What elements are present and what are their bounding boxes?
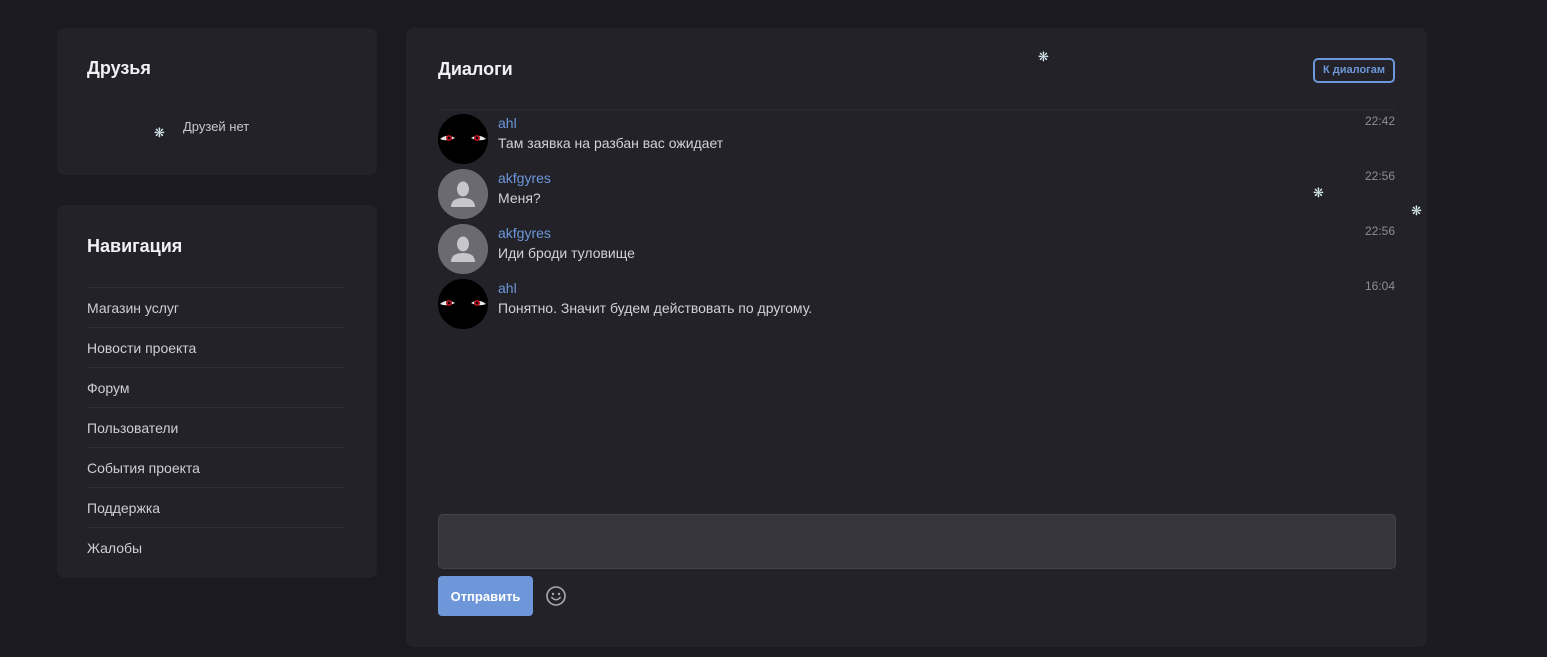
default-user-avatar[interactable] bbox=[438, 169, 488, 219]
message-time: 16:04 bbox=[1364, 279, 1395, 293]
nav-item-users[interactable]: Пользователи bbox=[87, 407, 345, 447]
message-item: akfgyres Иди броди туловище 22:56 bbox=[438, 224, 1395, 279]
message-text: Там заявка на разбан вас ожидает bbox=[498, 135, 724, 151]
snowflake-icon: ❋ bbox=[154, 125, 165, 140]
divider bbox=[438, 109, 1395, 110]
back-to-dialogs-button[interactable]: К диалогам bbox=[1312, 58, 1395, 83]
snowflake-icon: ❋ bbox=[1411, 203, 1422, 218]
nav-item-forum[interactable]: Форум bbox=[87, 367, 345, 407]
nav-item-complaints[interactable]: Жалобы bbox=[87, 527, 345, 567]
nav-item-project-news[interactable]: Новости проекта bbox=[87, 327, 345, 367]
nav-item-support[interactable]: Поддержка bbox=[87, 487, 345, 527]
message-text: Меня? bbox=[498, 190, 541, 206]
message-author[interactable]: akfgyres bbox=[498, 170, 551, 186]
message-author[interactable]: akfgyres bbox=[498, 225, 551, 241]
message-text: Понятно. Значит будем действовать по дру… bbox=[498, 300, 813, 316]
message-author[interactable]: ahl bbox=[498, 280, 517, 296]
friends-card: Друзья ❋ Друзей нет bbox=[57, 28, 377, 175]
dialogs-card: Диалоги К диалогам ahl Там заявка на раз… bbox=[406, 28, 1427, 647]
navigation-list: Магазин услуг Новости проекта Форум Поль… bbox=[87, 287, 345, 567]
message-item: ahl Понятно. Значит будем действовать по… bbox=[438, 279, 1395, 334]
send-button[interactable]: Отправить bbox=[438, 576, 533, 616]
nav-item-services-shop[interactable]: Магазин услуг bbox=[87, 287, 345, 327]
message-item: akfgyres Меня? 22:56 bbox=[438, 169, 1395, 224]
nav-item-project-events[interactable]: События проекта bbox=[87, 447, 345, 487]
navigation-card: Навигация Магазин услуг Новости проекта … bbox=[57, 205, 377, 578]
smiley-icon[interactable] bbox=[545, 585, 567, 607]
message-time: 22:56 bbox=[1364, 224, 1395, 238]
dark-eyes-avatar[interactable] bbox=[438, 279, 488, 329]
dark-eyes-avatar[interactable] bbox=[438, 114, 488, 164]
page: Друзья ❋ Друзей нет Навигация Магазин ус… bbox=[0, 0, 1547, 657]
dialogs-title: Диалоги bbox=[438, 59, 513, 79]
snowflake-icon: ❋ bbox=[1038, 49, 1049, 64]
default-user-avatar[interactable] bbox=[438, 224, 488, 274]
message-input[interactable] bbox=[438, 514, 1396, 569]
message-list: ahl Там заявка на разбан вас ожидает 22:… bbox=[438, 114, 1395, 334]
message-item: ahl Там заявка на разбан вас ожидает 22:… bbox=[438, 114, 1395, 169]
message-time: 22:42 bbox=[1364, 114, 1395, 128]
friends-title: Друзья bbox=[87, 58, 151, 78]
message-text: Иди броди туловище bbox=[498, 245, 635, 261]
message-time: 22:56 bbox=[1364, 169, 1395, 183]
snowflake-icon: ❋ bbox=[1313, 185, 1324, 200]
friends-empty-text: Друзей нет bbox=[183, 119, 250, 134]
navigation-title: Навигация bbox=[87, 236, 183, 256]
message-author[interactable]: ahl bbox=[498, 115, 517, 131]
